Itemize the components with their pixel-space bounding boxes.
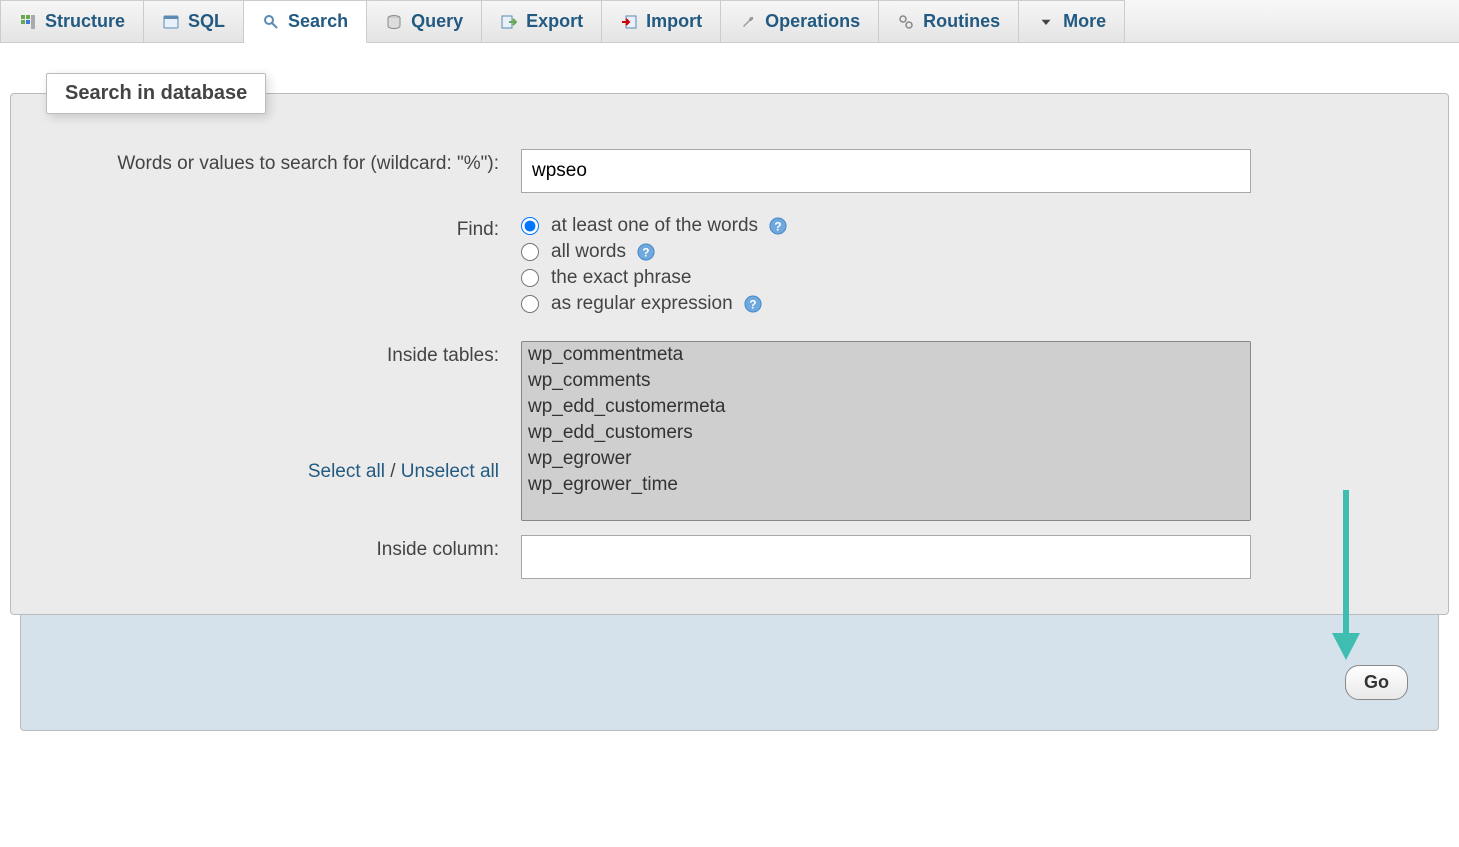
gears-icon	[897, 13, 915, 31]
tab-label: Import	[646, 11, 702, 32]
tab-sql[interactable]: SQL	[144, 0, 244, 42]
svg-text:?: ?	[774, 221, 781, 234]
table-option[interactable]: wp_comments	[522, 368, 1250, 394]
tab-label: Search	[288, 11, 348, 32]
find-option-1[interactable]: all words?	[521, 241, 1251, 263]
tab-label: Routines	[923, 11, 1000, 32]
table-option[interactable]: wp_egrower	[522, 446, 1250, 472]
wrench-icon	[739, 13, 757, 31]
find-options-group: at least one of the words?all words?the …	[521, 215, 1251, 319]
tab-query[interactable]: Query	[367, 0, 482, 42]
find-radio-0[interactable]	[521, 217, 539, 235]
help-icon[interactable]: ?	[636, 242, 656, 262]
top-tabs: Structure SQL Search Query Export Import	[0, 0, 1459, 43]
find-radio-3[interactable]	[521, 295, 539, 313]
unselect-all-link[interactable]: Unselect all	[401, 461, 499, 482]
label-inside-tables: Inside tables:	[51, 341, 521, 367]
triangle-down-icon	[1037, 13, 1055, 31]
structure-icon	[19, 13, 37, 31]
search-words-input[interactable]	[521, 149, 1251, 193]
tab-structure[interactable]: Structure	[0, 0, 144, 42]
tables-select[interactable]: wp_commentmetawp_commentswp_edd_customer…	[521, 341, 1251, 521]
fieldset-legend: Search in database	[46, 73, 266, 114]
help-icon[interactable]: ?	[743, 294, 763, 314]
find-radio-1[interactable]	[521, 243, 539, 261]
search-fieldset: Words or values to search for (wildcard:…	[10, 93, 1449, 615]
query-icon	[385, 13, 403, 31]
tab-label: Export	[526, 11, 583, 32]
tab-label: More	[1063, 11, 1106, 32]
tab-label: Operations	[765, 11, 860, 32]
label-find: Find:	[51, 215, 521, 241]
find-option-0[interactable]: at least one of the words?	[521, 215, 1251, 237]
tab-import[interactable]: Import	[602, 0, 721, 42]
tab-export[interactable]: Export	[482, 0, 602, 42]
go-button[interactable]: Go	[1345, 665, 1408, 700]
help-icon[interactable]: ?	[768, 216, 788, 236]
label-search-words: Words or values to search for (wildcard:…	[51, 149, 521, 175]
import-icon	[620, 13, 638, 31]
tab-label: Structure	[45, 11, 125, 32]
tab-label: SQL	[188, 11, 225, 32]
table-option[interactable]: wp_edd_customermeta	[522, 394, 1250, 420]
table-option[interactable]: wp_egrower_time	[522, 472, 1250, 498]
tab-label: Query	[411, 11, 463, 32]
tab-more[interactable]: More	[1019, 0, 1125, 42]
svg-text:?: ?	[749, 299, 756, 312]
export-icon	[500, 13, 518, 31]
svg-text:?: ?	[642, 247, 649, 260]
find-option-label: the exact phrase	[551, 267, 691, 289]
label-inside-column: Inside column:	[51, 535, 521, 561]
find-option-label: at least one of the words	[551, 215, 758, 237]
table-option[interactable]: wp_commentmeta	[522, 342, 1250, 368]
tab-search[interactable]: Search	[244, 0, 367, 43]
find-option-label: as regular expression	[551, 293, 733, 315]
find-option-2[interactable]: the exact phrase	[521, 267, 1251, 289]
table-option[interactable]: wp_edd_customers	[522, 420, 1250, 446]
footer-bar: Go	[20, 615, 1439, 731]
find-option-3[interactable]: as regular expression?	[521, 293, 1251, 315]
find-option-label: all words	[551, 241, 626, 263]
select-all-link[interactable]: Select all	[308, 461, 385, 482]
find-radio-2[interactable]	[521, 269, 539, 287]
separator: /	[385, 461, 401, 482]
sql-icon	[162, 13, 180, 31]
tab-operations[interactable]: Operations	[721, 0, 879, 42]
search-icon	[262, 13, 280, 31]
inside-column-input[interactable]	[521, 535, 1251, 579]
tab-routines[interactable]: Routines	[879, 0, 1019, 42]
